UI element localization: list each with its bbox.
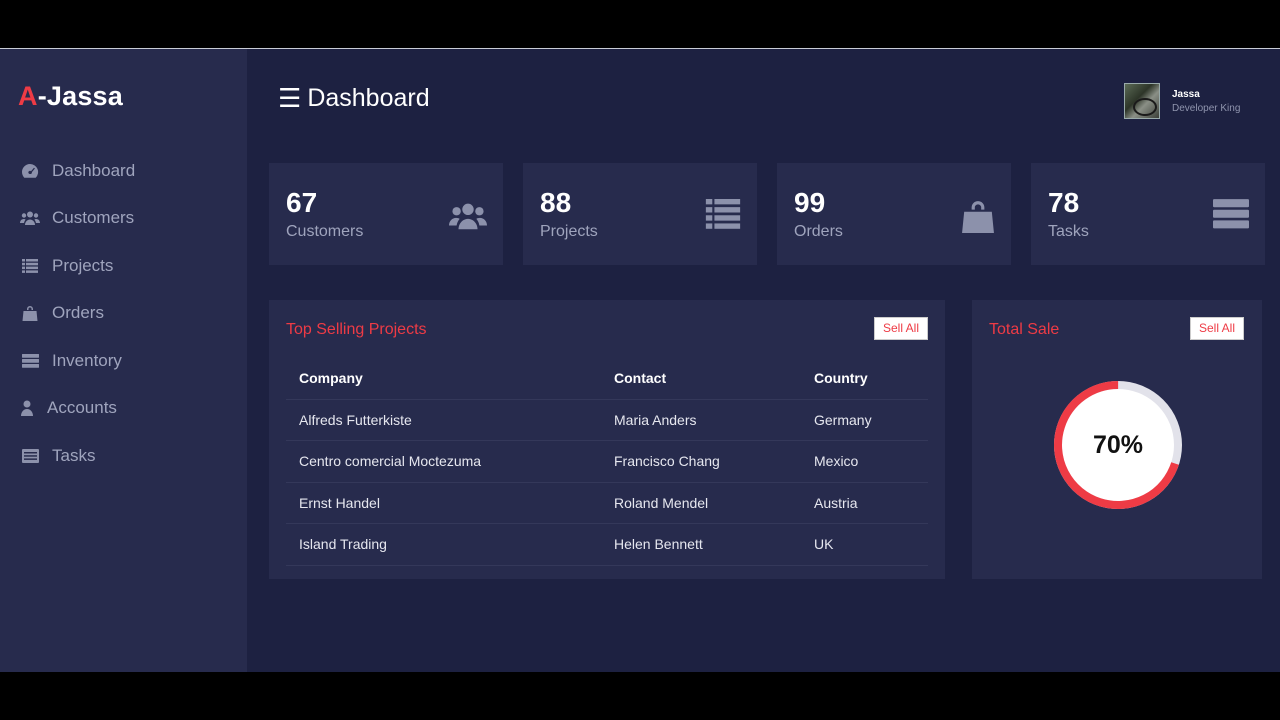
page-title: Dashboard <box>307 84 430 112</box>
sidebar-item-label: Accounts <box>47 398 117 418</box>
app-window: A-Jassa Dashboard Customers Projects Ord… <box>0 48 1280 672</box>
table-row[interactable]: Centro comercial Moctezuma Francisco Cha… <box>286 440 928 483</box>
cell-company: Centro comercial Moctezuma <box>286 440 601 483</box>
tachometer-icon <box>20 162 40 180</box>
top-selling-projects-panel: Top Selling Projects Sell All Company Co… <box>269 300 945 579</box>
shopping-bag-icon <box>961 199 995 238</box>
sell-all-button[interactable]: Sell All <box>1190 317 1245 340</box>
panel-title: Total Sale <box>989 321 1060 338</box>
page-header: ☰ Dashboard <box>278 83 430 114</box>
cell-country: UK <box>801 523 928 566</box>
cell-contact: Roland Mendel <box>601 482 801 524</box>
donut-percent-label: 70% <box>1092 430 1144 459</box>
sidebar-item-orders[interactable]: Orders <box>0 290 247 338</box>
cell-contact: Maria Anders <box>601 399 801 441</box>
sidebar-nav: Dashboard Customers Projects Orders Inve… <box>0 147 247 480</box>
progress-donut: 70% <box>1053 380 1183 510</box>
table-row[interactable]: Ernst Handel Roland Mendel Austria <box>286 482 928 524</box>
cell-country: Austria <box>801 482 928 524</box>
sidebar-item-customers[interactable]: Customers <box>0 195 247 243</box>
list-icon <box>705 199 741 234</box>
cell-company: Island Trading <box>286 523 601 566</box>
stat-card-customers[interactable]: 67 Customers <box>269 163 503 265</box>
cell-contact: Helen Bennett <box>601 523 801 566</box>
sidebar-item-label: Dashboard <box>52 160 136 180</box>
brand-name: -Jassa <box>37 81 123 111</box>
cell-contact: Francisco Chang <box>601 440 801 483</box>
server-icon <box>1213 199 1249 234</box>
user-name: Jassa <box>1172 88 1200 100</box>
column-header-country[interactable]: Country <box>801 358 928 400</box>
user-icon <box>20 399 34 417</box>
stat-label: Orders <box>794 223 843 240</box>
user-profile[interactable]: Jassa Developer King <box>1124 83 1240 119</box>
user-meta: Jassa Developer King <box>1172 89 1240 114</box>
stat-label: Projects <box>540 223 598 240</box>
sidebar-item-projects[interactable]: Projects <box>0 242 247 290</box>
stat-card-tasks[interactable]: 78 Tasks <box>1031 163 1265 265</box>
users-icon <box>449 199 487 238</box>
table-row[interactable]: Island Trading Helen Bennett UK <box>286 523 928 566</box>
user-role: Developer King <box>1172 102 1241 114</box>
column-header-company[interactable]: Company <box>286 358 601 400</box>
stat-label: Tasks <box>1048 223 1089 240</box>
sidebar-item-label: Tasks <box>52 445 96 465</box>
menu-toggle-icon[interactable]: ☰ <box>278 83 301 114</box>
stat-value: 99 <box>794 187 826 218</box>
table-header-row: Company Contact Country <box>286 358 928 400</box>
table-row[interactable]: Alfreds Futterkiste Maria Anders Germany <box>286 399 928 441</box>
sidebar-item-label: Projects <box>52 255 114 275</box>
cell-country: Germany <box>801 399 928 441</box>
panel-title: Top Selling Projects <box>286 321 427 338</box>
sidebar-item-accounts[interactable]: Accounts <box>0 385 247 433</box>
sidebar-item-label: Orders <box>52 303 104 323</box>
server-icon <box>20 352 40 370</box>
sidebar-item-label: Inventory <box>52 350 122 370</box>
avatar[interactable] <box>1124 83 1160 119</box>
stat-card-orders[interactable]: 99 Orders <box>777 163 1011 265</box>
sidebar-item-dashboard[interactable]: Dashboard <box>0 147 247 195</box>
stat-value: 67 <box>286 187 318 218</box>
sidebar-item-label: Customers <box>52 208 135 228</box>
cell-country: Mexico <box>801 440 928 483</box>
sidebar-item-inventory[interactable]: Inventory <box>0 337 247 385</box>
list-icon <box>20 257 40 275</box>
users-icon <box>20 209 40 227</box>
stat-value: 88 <box>540 187 572 218</box>
stat-value: 78 <box>1048 187 1080 218</box>
brand-logo[interactable]: A-Jassa <box>18 81 123 112</box>
stat-label: Customers <box>286 223 364 240</box>
sell-all-button[interactable]: Sell All <box>874 317 929 340</box>
sidebar: A-Jassa Dashboard Customers Projects Ord… <box>0 49 247 672</box>
stat-card-projects[interactable]: 88 Projects <box>523 163 757 265</box>
sidebar-item-tasks[interactable]: Tasks <box>0 432 247 480</box>
cell-company: Alfreds Futterkiste <box>286 399 601 441</box>
projects-table: Company Contact Country Alfreds Futterki… <box>286 358 928 566</box>
tasks-icon <box>20 447 40 465</box>
total-sale-panel: Total Sale Sell All 70% <box>972 300 1262 579</box>
cell-company: Ernst Handel <box>286 482 601 524</box>
brand-accent-letter: A <box>18 81 38 111</box>
column-header-contact[interactable]: Contact <box>601 358 801 400</box>
shopping-bag-icon <box>20 304 40 322</box>
